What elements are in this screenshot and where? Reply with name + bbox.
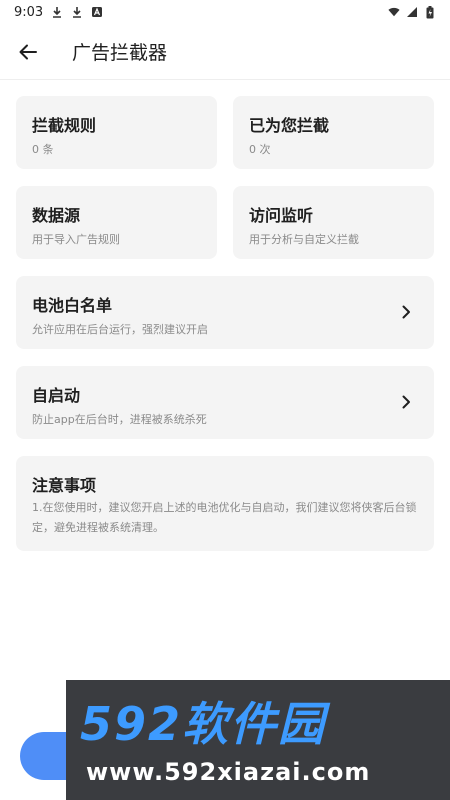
battery-whitelist-subtitle: 允许应用在后台运行，强烈建议开启 [32, 323, 208, 336]
monitor-subtitle: 用于分析与自定义拦截 [249, 233, 359, 246]
watermark-url: www.592xiazai.com [86, 758, 371, 786]
data-source-card[interactable]: 数据源 用于导入广告规则 [16, 186, 217, 259]
blocked-count: 0 次 [249, 143, 271, 156]
blocked-title: 已为您拦截 [249, 116, 330, 135]
battery-whitelist-card[interactable]: 电池白名单 允许应用在后台运行，强烈建议开启 [16, 276, 434, 349]
rules-title: 拦截规则 [32, 116, 97, 135]
notice-body: 1.在您使用时，建议您开启上述的电池优化与自启动，我们建议您将侠客后台锁定，避免… [32, 501, 417, 534]
autostart-card[interactable]: 自启动 防止app在后台时，进程被系统杀死 [16, 366, 434, 439]
download-icon [51, 6, 63, 18]
blocked-card[interactable]: 已为您拦截 0 次 [233, 96, 434, 169]
app-bar: 广告拦截器 [0, 24, 450, 80]
battery-whitelist-title: 电池白名单 [32, 296, 113, 315]
rules-count: 0 条 [32, 143, 54, 156]
signal-icon [406, 6, 418, 18]
rules-card[interactable]: 拦截规则 0 条 [16, 96, 217, 169]
watermark-banner: 592软件园 www.592xiazai.com [66, 680, 450, 800]
status-bar: 9:03 [0, 0, 450, 24]
page-title: 广告拦截器 [72, 42, 168, 64]
chevron-right-icon [402, 395, 410, 409]
notice-title: 注意事项 [32, 476, 97, 495]
notice-card: 注意事项 1.在您使用时，建议您开启上述的电池优化与自启动，我们建议您将侠客后台… [16, 456, 434, 551]
notification-a-icon [91, 6, 103, 18]
data-source-title: 数据源 [32, 206, 81, 225]
watermark-brand: 592软件园 [80, 697, 327, 751]
monitor-title: 访问监听 [249, 206, 314, 225]
battery-icon [424, 5, 436, 18]
wifi-icon [388, 6, 400, 18]
download-icon [71, 6, 83, 18]
status-time: 9:03 [14, 4, 44, 20]
autostart-subtitle: 防止app在后台时，进程被系统杀死 [32, 413, 207, 426]
arrow-left-icon [19, 44, 37, 59]
data-source-subtitle: 用于导入广告规则 [32, 233, 120, 246]
autostart-title: 自启动 [32, 386, 81, 405]
chevron-right-icon [402, 305, 410, 319]
monitor-card[interactable]: 访问监听 用于分析与自定义拦截 [233, 186, 434, 259]
back-button[interactable] [0, 24, 56, 80]
